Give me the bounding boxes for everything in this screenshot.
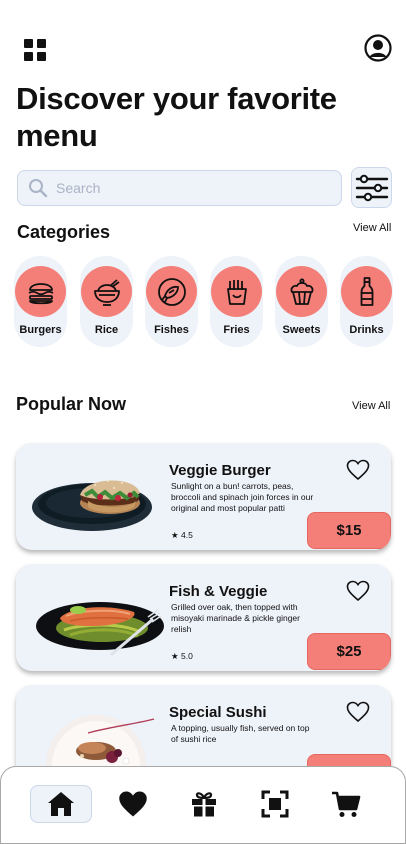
category-label: Drinks [349, 324, 384, 336]
category-label: Fishes [154, 324, 189, 336]
veggie-burger-image [32, 480, 152, 531]
cupcake-icon [290, 278, 313, 305]
fries-icon [226, 279, 247, 305]
categories-view-all-link[interactable]: View All [353, 222, 391, 234]
search-icon [29, 179, 48, 198]
bottle-icon [360, 276, 373, 306]
page-title: Discover your favorite menu [16, 81, 337, 153]
nav-favorites-button[interactable] [102, 785, 164, 823]
menu-item-name: Veggie Burger [169, 462, 271, 479]
category-sweets[interactable]: Sweets [275, 256, 328, 347]
menu-item-description: A topping, usually fish, served on top o… [171, 723, 310, 744]
price-button[interactable]: $15 [307, 512, 391, 549]
burger-icon [28, 282, 53, 304]
favorite-heart-icon[interactable] [346, 459, 370, 481]
scan-icon [261, 790, 289, 818]
category-fries[interactable]: Fries [210, 256, 263, 347]
bottom-nav [0, 766, 406, 844]
menu-item-description: Sunlight on a bun! carrots, peas, brocco… [171, 481, 314, 513]
category-label: Burgers [19, 324, 62, 336]
category-burgers[interactable]: Burgers [14, 256, 67, 347]
cart-icon [332, 791, 361, 817]
rice-bowl-icon [93, 278, 120, 306]
menu-item-description: Grilled over oak, then topped with misoy… [171, 602, 300, 634]
nav-home-button[interactable] [30, 785, 92, 823]
price-button[interactable]: $25 [307, 633, 391, 670]
sliders-icon [355, 174, 388, 201]
menu-item-name: Special Sushi [169, 704, 267, 721]
menu-card-veggie-burger[interactable]: Veggie Burger Sunlight on a bun! carrots… [16, 443, 391, 550]
category-label: Fries [223, 324, 250, 336]
profile-icon[interactable] [364, 34, 392, 62]
favorite-heart-icon[interactable] [346, 701, 370, 723]
categories-title: Categories [17, 222, 111, 242]
category-label: Rice [94, 324, 119, 336]
menu-item-rating: ★ 4.5 [171, 530, 193, 540]
search-bar[interactable] [17, 170, 342, 206]
nav-gifts-button[interactable] [173, 785, 235, 823]
nav-cart-button[interactable] [315, 785, 377, 823]
fish-veggie-image [36, 602, 164, 656]
menu-card-fish-veggie[interactable]: Fish & Veggie Grilled over oak, then top… [16, 564, 391, 671]
favorite-heart-icon[interactable] [346, 580, 370, 602]
filter-button[interactable] [351, 167, 392, 208]
fish-icon [157, 277, 186, 306]
menu-item-name: Fish & Veggie [169, 583, 268, 600]
category-fishes[interactable]: Fishes [145, 256, 198, 347]
search-input[interactable] [56, 180, 306, 196]
heart-icon [119, 791, 147, 817]
category-label: Sweets [282, 324, 321, 336]
nav-scan-button[interactable] [244, 785, 306, 823]
popular-title: Popular Now [16, 394, 127, 414]
home-icon [48, 792, 74, 816]
category-rice[interactable]: Rice [80, 256, 133, 347]
menu-item-rating: ★ 5.0 [171, 651, 193, 661]
popular-view-all-link[interactable]: View All [352, 400, 390, 412]
gift-icon [192, 792, 216, 817]
category-drinks[interactable]: Drinks [340, 256, 393, 347]
menu-grid-icon[interactable] [24, 39, 46, 61]
categories-list: Burgers Rice Fishes Fries Sweets Drinks [14, 256, 406, 348]
